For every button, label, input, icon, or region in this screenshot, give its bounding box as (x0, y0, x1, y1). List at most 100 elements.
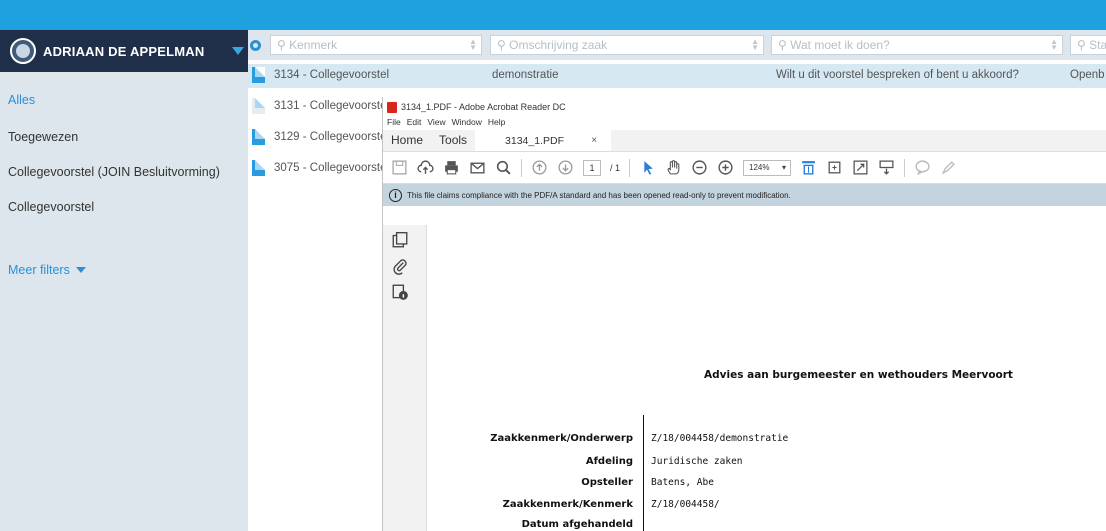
acrobat-logo-icon (387, 101, 397, 113)
tab-home[interactable]: Home (383, 130, 431, 151)
search-icon: ⚲ (497, 38, 510, 52)
row-kenmerk: 3131 - Collegevoorstel (274, 100, 390, 112)
row-omschrijving: demonstratie (492, 69, 559, 81)
row-kenmerk: 3129 - Collegevoorstel (274, 131, 390, 143)
pdfa-info-bar: i This file claims compliance with the P… (383, 184, 1106, 206)
info-bar-text: This file claims compliance with the PDF… (407, 190, 791, 200)
zoom-in-icon[interactable] (717, 159, 734, 176)
field-value: Batens, Abe (651, 477, 714, 488)
comment-icon[interactable] (914, 159, 931, 176)
document-icon (252, 67, 265, 83)
close-icon[interactable]: × (591, 135, 597, 146)
document-properties-icon[interactable] (391, 283, 409, 301)
zoom-out-icon[interactable] (691, 159, 708, 176)
filter-collegevoorstel-join[interactable]: Collegevoorstel (JOIN Besluitvorming) (8, 165, 220, 179)
info-icon: i (389, 188, 402, 202)
full-screen-icon[interactable] (852, 159, 869, 176)
acrobat-window: 3134_1.PDF - Adobe Acrobat Reader DC Fil… (382, 97, 1106, 531)
filter-alles[interactable]: Alles (8, 93, 35, 107)
avatar (10, 38, 36, 64)
upload-cloud-icon[interactable] (417, 159, 434, 176)
hand-tool-icon[interactable] (665, 159, 682, 176)
search-icon: ⚲ (1077, 38, 1090, 52)
acrobat-toolbar: 1 / 1 124% (383, 152, 1106, 184)
document-icon (252, 98, 265, 114)
select-cursor-icon[interactable] (639, 159, 656, 176)
attachment-icon[interactable] (391, 257, 409, 275)
pdf-page: Advies aan burgemeester en wethouders Me… (427, 225, 1106, 531)
field-label: Zaakkenmerk/Kenmerk (502, 499, 633, 510)
acrobat-tabs: Home Tools 3134_1.PDF × (383, 130, 1106, 152)
sort-icon[interactable]: ▲ ▼ (1050, 38, 1058, 52)
user-menu[interactable]: ADRIAAN DE APPELMAN (0, 30, 248, 72)
scroll-mode-icon[interactable] (878, 159, 895, 176)
tab-document[interactable]: 3134_1.PDF × (475, 130, 612, 151)
menu-edit[interactable]: Edit (407, 117, 422, 130)
top-bar (0, 0, 1106, 30)
field-label: Datum afgehandeld (521, 519, 633, 530)
search-icon[interactable] (495, 159, 512, 176)
table-row[interactable]: 3134 - Collegevoorstel demonstratie Wilt… (248, 64, 1106, 88)
tab-tools[interactable]: Tools (431, 130, 475, 151)
divider (521, 158, 522, 177)
page-total: / 1 (610, 162, 621, 173)
field-label: Opsteller (581, 477, 633, 488)
menu-view[interactable]: View (427, 117, 445, 130)
caret-down-icon (75, 267, 86, 273)
more-filters-label: Meer filters (8, 263, 70, 277)
user-name: ADRIAAN DE APPELMAN (43, 43, 205, 59)
kenmerk-search-input[interactable]: ⚲ Kenmerk ▲ ▼ (270, 35, 482, 55)
print-icon[interactable] (443, 159, 460, 176)
field-value: Z/18/004458/demonstratie (651, 433, 789, 444)
page-thumbnails-icon[interactable] (391, 231, 409, 249)
menu-bar: File Edit View Window Help (383, 117, 1106, 130)
row-actie: Wilt u dit voorstel bespreken of bent u … (776, 69, 1019, 81)
more-filters-link[interactable]: Meer filters (8, 263, 86, 277)
page-number-input[interactable]: 1 (583, 159, 601, 176)
zoom-select[interactable]: 124% (743, 159, 792, 176)
menu-help[interactable]: Help (488, 117, 505, 130)
field-value: Juridische zaken (651, 456, 743, 467)
save-icon[interactable] (391, 159, 408, 176)
wat-moet-search-input[interactable]: ⚲ Wat moet ik doen? ▲ ▼ (771, 35, 1063, 55)
search-icon: ⚲ (277, 38, 290, 52)
window-title: 3134_1.PDF - Adobe Acrobat Reader DC (401, 102, 566, 112)
row-status: Openb (1070, 69, 1105, 81)
filter-toegewezen[interactable]: Toegewezen (8, 130, 78, 144)
sort-icon[interactable]: ▲ ▼ (469, 38, 477, 52)
document-icon (252, 160, 265, 176)
rotate-icon[interactable] (826, 159, 843, 176)
omschrijving-placeholder: Omschrijving zaak (509, 38, 608, 52)
status-placeholder: Sta (1089, 38, 1106, 52)
menu-file[interactable]: File (387, 117, 401, 130)
field-label: Afdeling (585, 456, 633, 467)
filter-collegevoorstel[interactable]: Collegevoorstel (8, 200, 94, 214)
chevron-down-icon[interactable] (232, 47, 244, 55)
highlight-pen-icon[interactable] (940, 159, 957, 176)
document-icon (252, 129, 265, 145)
divider (643, 415, 644, 531)
mail-icon[interactable] (469, 159, 486, 176)
sort-icon[interactable]: ▲ ▼ (751, 38, 759, 52)
omschrijving-search-input[interactable]: ⚲ Omschrijving zaak ▲ ▼ (490, 35, 764, 55)
tab-document-label: 3134_1.PDF (505, 135, 564, 147)
acrobat-title-bar[interactable]: 3134_1.PDF - Adobe Acrobat Reader DC (383, 97, 1106, 117)
status-search-input[interactable]: ⚲ Sta (1070, 35, 1106, 55)
search-icon: ⚲ (778, 38, 791, 52)
fit-page-icon[interactable] (800, 159, 817, 176)
field-value: Z/18/004458/ (651, 499, 720, 510)
divider (629, 158, 631, 177)
field-label: Zaakkenmerk/Onderwerp (490, 433, 633, 444)
sidebar: ADRIAAN DE APPELMAN (0, 30, 248, 531)
wat-moet-placeholder: Wat moet ik doen? (790, 38, 890, 52)
page-up-icon[interactable] (531, 159, 548, 176)
menu-window[interactable]: Window (452, 117, 482, 130)
kenmerk-placeholder: Kenmerk (289, 38, 338, 52)
row-kenmerk: 3075 - Collegevoorstel (274, 162, 390, 174)
page-down-icon[interactable] (557, 159, 574, 176)
row-kenmerk: 3134 - Collegevoorstel (274, 69, 390, 81)
divider (904, 158, 906, 177)
left-panel (383, 225, 427, 531)
document-heading: Advies aan burgemeester en wethouders Me… (704, 369, 1013, 381)
gear-icon[interactable] (250, 40, 261, 51)
